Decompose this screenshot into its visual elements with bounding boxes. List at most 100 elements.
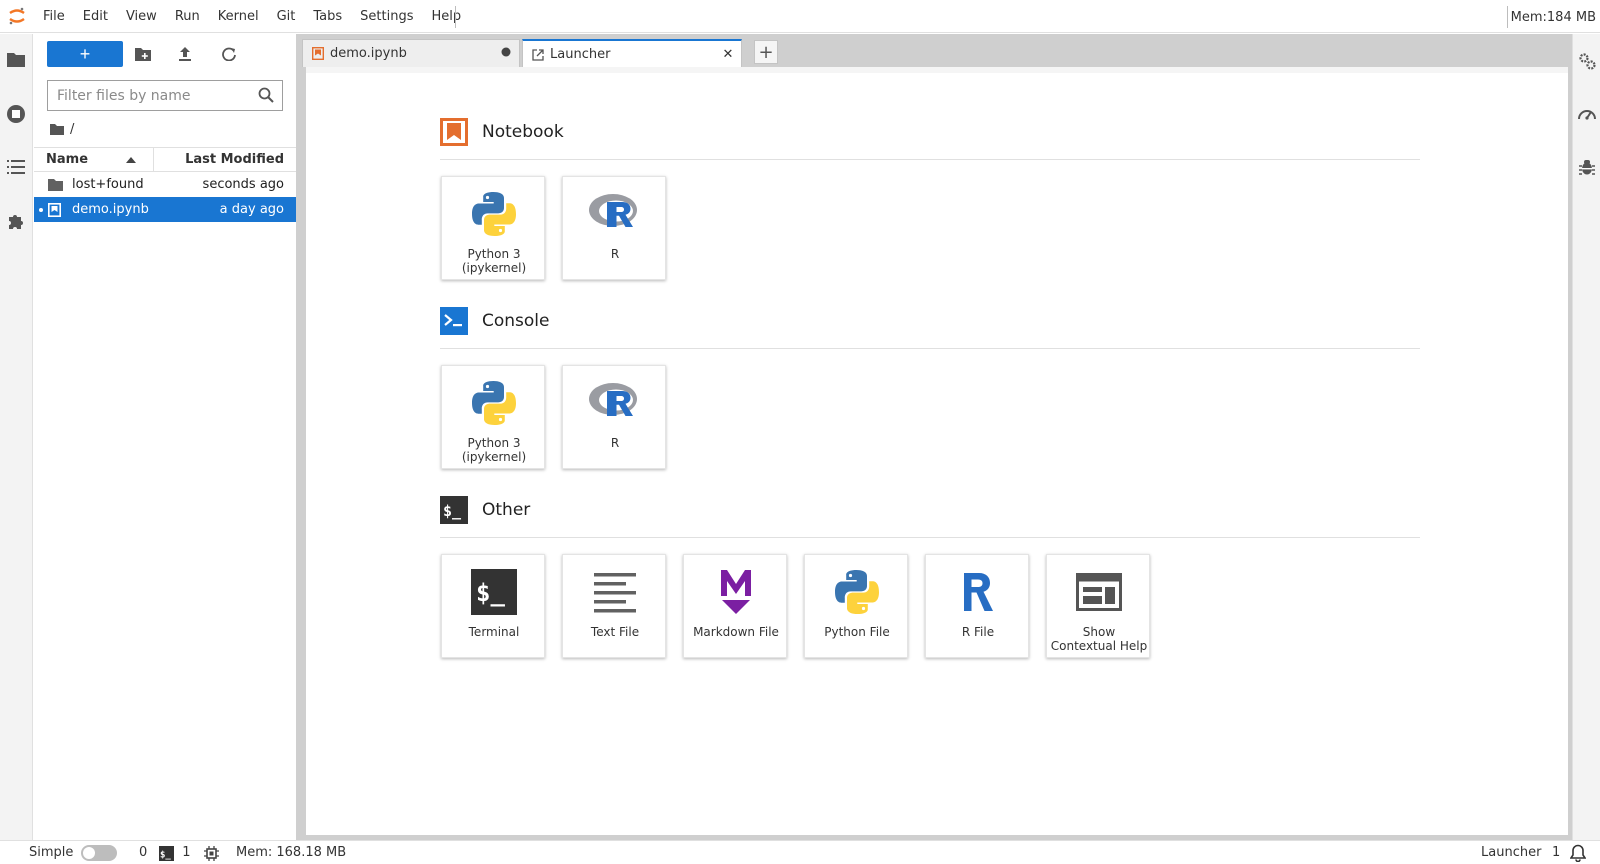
column-last-modified[interactable]: Last Modified: [154, 148, 296, 171]
kernel-terminal-counts[interactable]: 0 $_ 1: [139, 841, 191, 864]
launcher-card-r-file[interactable]: R File: [925, 554, 1029, 658]
file-row-lost-found[interactable]: lost+found seconds ago: [34, 172, 296, 197]
new-launcher-button[interactable]: +: [47, 41, 123, 67]
menu-kernel[interactable]: Kernel: [209, 0, 268, 33]
menu-bar: File Edit View Run Kernel Git Tabs Setti…: [0, 0, 1600, 33]
launcher-card-terminal[interactable]: $_ Terminal: [441, 554, 545, 658]
tab-bar: demo.ipynb Launcher ✕ +: [302, 34, 1572, 68]
tab-label: Launcher: [550, 47, 611, 62]
memory-indicator: Mem:184 MB: [1510, 10, 1596, 25]
file-modified: a day ago: [219, 202, 284, 217]
menu-view[interactable]: View: [117, 0, 166, 33]
table-of-contents-icon[interactable]: [5, 156, 27, 178]
launcher-tab-icon: [532, 48, 544, 61]
left-activity-bar: [0, 34, 33, 840]
launcher-card-console-python3[interactable]: Python 3 (ipykernel): [441, 365, 545, 469]
launcher-card-text-file[interactable]: Text File: [562, 554, 666, 658]
card-label: R File: [961, 625, 995, 639]
new-folder-icon[interactable]: [134, 45, 152, 63]
svg-text:$_: $_: [443, 502, 462, 520]
file-list-header: Name Last Modified: [34, 147, 296, 172]
sort-ascending-icon: [126, 157, 136, 163]
markdown-icon: [684, 563, 788, 621]
python-logo-icon: [442, 185, 546, 243]
file-browser-toolbar: +: [34, 34, 296, 74]
r-logo-icon: [563, 374, 667, 432]
menu-tabs[interactable]: Tabs: [304, 0, 351, 33]
python-logo-icon: [442, 374, 546, 432]
current-activity-label: Launcher: [1481, 845, 1542, 860]
refresh-icon[interactable]: [220, 45, 238, 63]
folder-icon: [48, 178, 66, 191]
menu-settings[interactable]: Settings: [351, 0, 422, 33]
launcher-card-console-r[interactable]: R: [562, 365, 666, 469]
simple-mode-toggle[interactable]: [81, 845, 118, 861]
tab-label: demo.ipynb: [330, 46, 407, 61]
menu-run[interactable]: Run: [166, 0, 209, 33]
jupyter-logo-icon[interactable]: [0, 0, 34, 33]
toggle-knob: [83, 847, 96, 859]
tab-demo-ipynb[interactable]: demo.ipynb: [302, 39, 520, 67]
section-divider: [440, 348, 1420, 349]
jupyterlab-window: File Edit View Run Kernel Git Tabs Setti…: [0, 0, 1600, 864]
running-sessions-icon[interactable]: [5, 103, 27, 125]
file-row-demo-ipynb[interactable]: demo.ipynb a day ago: [34, 197, 296, 222]
launcher-card-markdown-file[interactable]: Markdown File: [683, 554, 787, 658]
notebook-section-icon: [440, 118, 468, 146]
filter-files-input[interactable]: [48, 81, 248, 110]
memory-usage: Mem: 168.18 MB: [236, 845, 347, 860]
launcher-panel: Notebook Python 3 (ipykernel) R Console …: [306, 67, 1568, 835]
text-file-icon: [563, 563, 667, 621]
menu-help[interactable]: Help: [423, 0, 471, 33]
file-name: demo.ipynb: [72, 202, 149, 217]
simple-mode-label: Simple: [29, 845, 74, 860]
python-logo-icon: [805, 563, 909, 621]
launcher-section-console: Console Python 3 (ipykernel) R: [440, 304, 1420, 469]
terminal-icon: $_: [442, 563, 546, 621]
card-label: R: [610, 247, 620, 261]
r-logo-icon: [563, 185, 667, 243]
file-browser-panel: + / Name: [34, 34, 296, 840]
launcher-card-python-file[interactable]: Python File: [804, 554, 908, 658]
notification-count: 1: [1552, 845, 1561, 860]
menu-divider: [1507, 6, 1508, 28]
debugger-bug-icon[interactable]: [1576, 156, 1598, 178]
terminal-section-icon: $_: [440, 496, 468, 524]
card-label: Markdown File: [693, 625, 779, 639]
folder-icon[interactable]: [5, 48, 27, 70]
simple-mode-control: Simple: [29, 841, 118, 864]
menu-git[interactable]: Git: [268, 0, 305, 33]
extension-puzzle-icon[interactable]: [5, 210, 27, 232]
launcher-card-notebook-r[interactable]: R: [562, 176, 666, 280]
menu-edit[interactable]: Edit: [74, 0, 117, 33]
section-title: Notebook: [482, 122, 564, 142]
kernel-usage-gauge-icon[interactable]: [1576, 103, 1598, 125]
add-tab-button[interactable]: +: [754, 40, 778, 64]
section-title: Console: [482, 311, 550, 331]
card-label: Python 3 (ipykernel): [461, 247, 527, 275]
notification-bell-icon[interactable]: [1570, 841, 1586, 864]
section-divider: [440, 537, 1420, 538]
property-inspector-gears-icon[interactable]: [1576, 50, 1598, 72]
launcher-section-other: $_ Other $_ Terminal Text File Markdown …: [440, 493, 1420, 658]
contextual-help-icon: [1047, 563, 1151, 621]
main-dock-area: demo.ipynb Launcher ✕ + Notebook Python …: [302, 34, 1572, 840]
card-label: Python File: [824, 625, 890, 639]
launcher-card-notebook-python3[interactable]: Python 3 (ipykernel): [441, 176, 545, 280]
tab-launcher[interactable]: Launcher ✕: [522, 39, 742, 68]
close-tab-icon[interactable]: ✕: [715, 47, 741, 62]
card-label: Show Contextual Help: [1050, 625, 1148, 653]
home-folder-icon[interactable]: [50, 123, 64, 135]
card-label: Terminal: [468, 625, 520, 639]
launcher-card-contextual-help[interactable]: Show Contextual Help: [1046, 554, 1150, 658]
upload-icon[interactable]: [176, 45, 194, 63]
notebook-file-icon: [48, 202, 66, 217]
unsaved-dot-icon[interactable]: [493, 46, 519, 61]
menu-file[interactable]: File: [34, 0, 74, 33]
file-modified: seconds ago: [202, 177, 284, 192]
kernel-chip-icon[interactable]: [204, 841, 219, 864]
status-bar: Simple 0 $_ 1 Mem: 168.18 MB Launcher 1: [0, 840, 1600, 864]
breadcrumb: /: [50, 120, 74, 138]
column-name[interactable]: Name: [34, 148, 154, 171]
breadcrumb-root[interactable]: /: [70, 122, 74, 137]
